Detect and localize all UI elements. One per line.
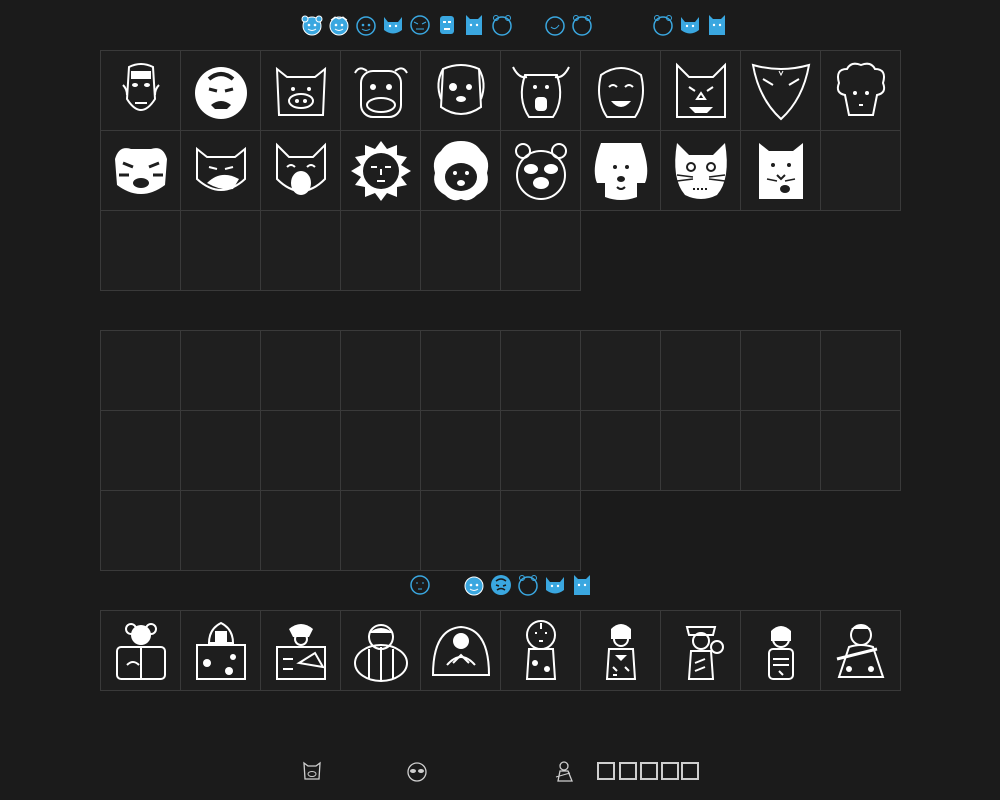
dog-mask-icon[interactable]: [420, 50, 501, 131]
cat-square-icon: [568, 571, 596, 599]
kokeshi-girl-icon[interactable]: [580, 610, 661, 691]
empty-glyph-cell[interactable]: [100, 330, 181, 411]
empty-glyph-cell[interactable]: [820, 410, 901, 491]
sheep-mask-icon[interactable]: [820, 50, 901, 131]
empty-glyph-cell[interactable]: [580, 330, 661, 411]
missing-glyph-box-icon: [640, 762, 658, 780]
top-glyph-strip: [0, 11, 1000, 39]
empty-glyph-cell[interactable]: [340, 210, 421, 291]
doll-small-icon: [550, 757, 578, 785]
kokeshi-robe-icon[interactable]: [180, 610, 261, 691]
tiger-face-icon: [406, 11, 434, 39]
empty-glyph-cell[interactable]: [100, 410, 181, 491]
pig-mask-icon[interactable]: [180, 130, 261, 211]
empty-glyph-cell[interactable]: [260, 410, 341, 491]
dog-floppy-mask-icon[interactable]: [580, 130, 661, 211]
boar-small-icon: [298, 757, 326, 785]
middle-glyph-strip: [0, 571, 1000, 599]
empty-glyph-cell[interactable]: [420, 410, 501, 491]
empty-glyph-cell[interactable]: [180, 210, 261, 291]
empty-glyph-cell[interactable]: [420, 210, 501, 291]
robot-face-icon: [433, 11, 461, 39]
empty-glyph-cell[interactable]: [740, 330, 821, 411]
cat-head-icon: [379, 11, 407, 39]
empty-glyph-cell[interactable]: [420, 330, 501, 411]
tanuki-mask-icon[interactable]: [500, 130, 581, 211]
oni-mask-icon[interactable]: [180, 50, 261, 131]
tiger-outline-icon: [649, 11, 677, 39]
empty-glyph-cell[interactable]: [580, 410, 661, 491]
kokeshi-slim-icon[interactable]: [740, 610, 821, 691]
empty-glyph-cell[interactable]: [260, 490, 341, 571]
empty-glyph-cell[interactable]: [740, 410, 821, 491]
cat-head-icon: [676, 11, 704, 39]
cat-happy-mask-icon[interactable]: [260, 130, 341, 211]
empty-glyph-cell[interactable]: [260, 210, 341, 291]
empty-glyph-grid: [100, 330, 901, 571]
tiger-outline-icon: [568, 11, 596, 39]
mask-glyph-grid: [100, 50, 901, 291]
empty-glyph-cell[interactable]: [180, 330, 261, 411]
oni-head-icon: [487, 571, 515, 599]
tiger-mask-icon[interactable]: [100, 130, 181, 211]
empty-glyph-cell[interactable]: [340, 490, 421, 571]
empty-glyph-cell[interactable]: [340, 410, 421, 491]
cat-head-icon: [541, 571, 569, 599]
kokeshi-daruma-icon[interactable]: [500, 610, 581, 691]
fox-face-icon: [541, 11, 569, 39]
moon-face-icon: [406, 571, 434, 599]
empty-glyph-cell[interactable]: [260, 330, 341, 411]
missing-glyph-box-icon: [661, 762, 679, 780]
cat-square-icon: [703, 11, 731, 39]
sun-mask-icon[interactable]: [340, 130, 421, 211]
tiger-outline-icon: [514, 571, 542, 599]
tiger-outline-icon: [488, 11, 516, 39]
kokeshi-round-icon[interactable]: [340, 610, 421, 691]
tiger-head-icon: [352, 11, 380, 39]
cat-mask-icon[interactable]: [660, 50, 741, 131]
kokeshi-dome-icon[interactable]: [420, 610, 501, 691]
kokeshi-geisha-icon[interactable]: [660, 610, 741, 691]
lion-head-icon: [325, 11, 353, 39]
cat-white-mask-icon[interactable]: [660, 130, 741, 211]
bottom-glyph-strip: [0, 757, 1000, 785]
empty-glyph-cell[interactable]: [180, 410, 261, 491]
ox-mask-icon[interactable]: [340, 50, 421, 131]
tanuki-small-icon: [403, 757, 431, 785]
cat-square-icon: [460, 11, 488, 39]
empty-glyph-cell[interactable]: [660, 410, 741, 491]
bear-head-icon: [298, 11, 326, 39]
missing-glyph-box-icon: [619, 762, 637, 780]
doll-glyph-grid: [100, 610, 901, 691]
okame-mask-icon[interactable]: [580, 50, 661, 131]
empty-glyph-cell[interactable]: [420, 490, 501, 571]
kokeshi-fan-icon[interactable]: [260, 610, 341, 691]
empty-glyph-cell[interactable]: [100, 210, 181, 291]
lion-mask-icon[interactable]: [420, 130, 501, 211]
tengu-mask-icon[interactable]: [100, 50, 181, 131]
boar-mask-icon[interactable]: [260, 50, 341, 131]
missing-glyph-box-icon: [597, 762, 615, 780]
missing-glyph-box-icon: [681, 762, 699, 780]
empty-glyph-cell[interactable]: [100, 490, 181, 571]
fox-mask-icon[interactable]: [740, 50, 821, 131]
empty-glyph-cell[interactable]: [500, 210, 581, 291]
empty-glyph-cell[interactable]: [180, 490, 261, 571]
empty-glyph-cell[interactable]: [500, 330, 581, 411]
empty-glyph-cell[interactable]: [500, 410, 581, 491]
empty-glyph-cell[interactable]: [660, 330, 741, 411]
cow-mask-icon[interactable]: [500, 50, 581, 131]
kokeshi-flower-icon[interactable]: [100, 610, 181, 691]
kokeshi-flute-icon[interactable]: [820, 610, 901, 691]
empty-glyph-cell[interactable]: [340, 330, 421, 411]
empty-glyph-cell[interactable]: [500, 490, 581, 571]
cat-square-mask-icon[interactable]: [740, 130, 821, 211]
lion-head-icon: [460, 571, 488, 599]
empty-glyph-cell[interactable]: [820, 130, 901, 211]
empty-glyph-cell[interactable]: [820, 330, 901, 411]
